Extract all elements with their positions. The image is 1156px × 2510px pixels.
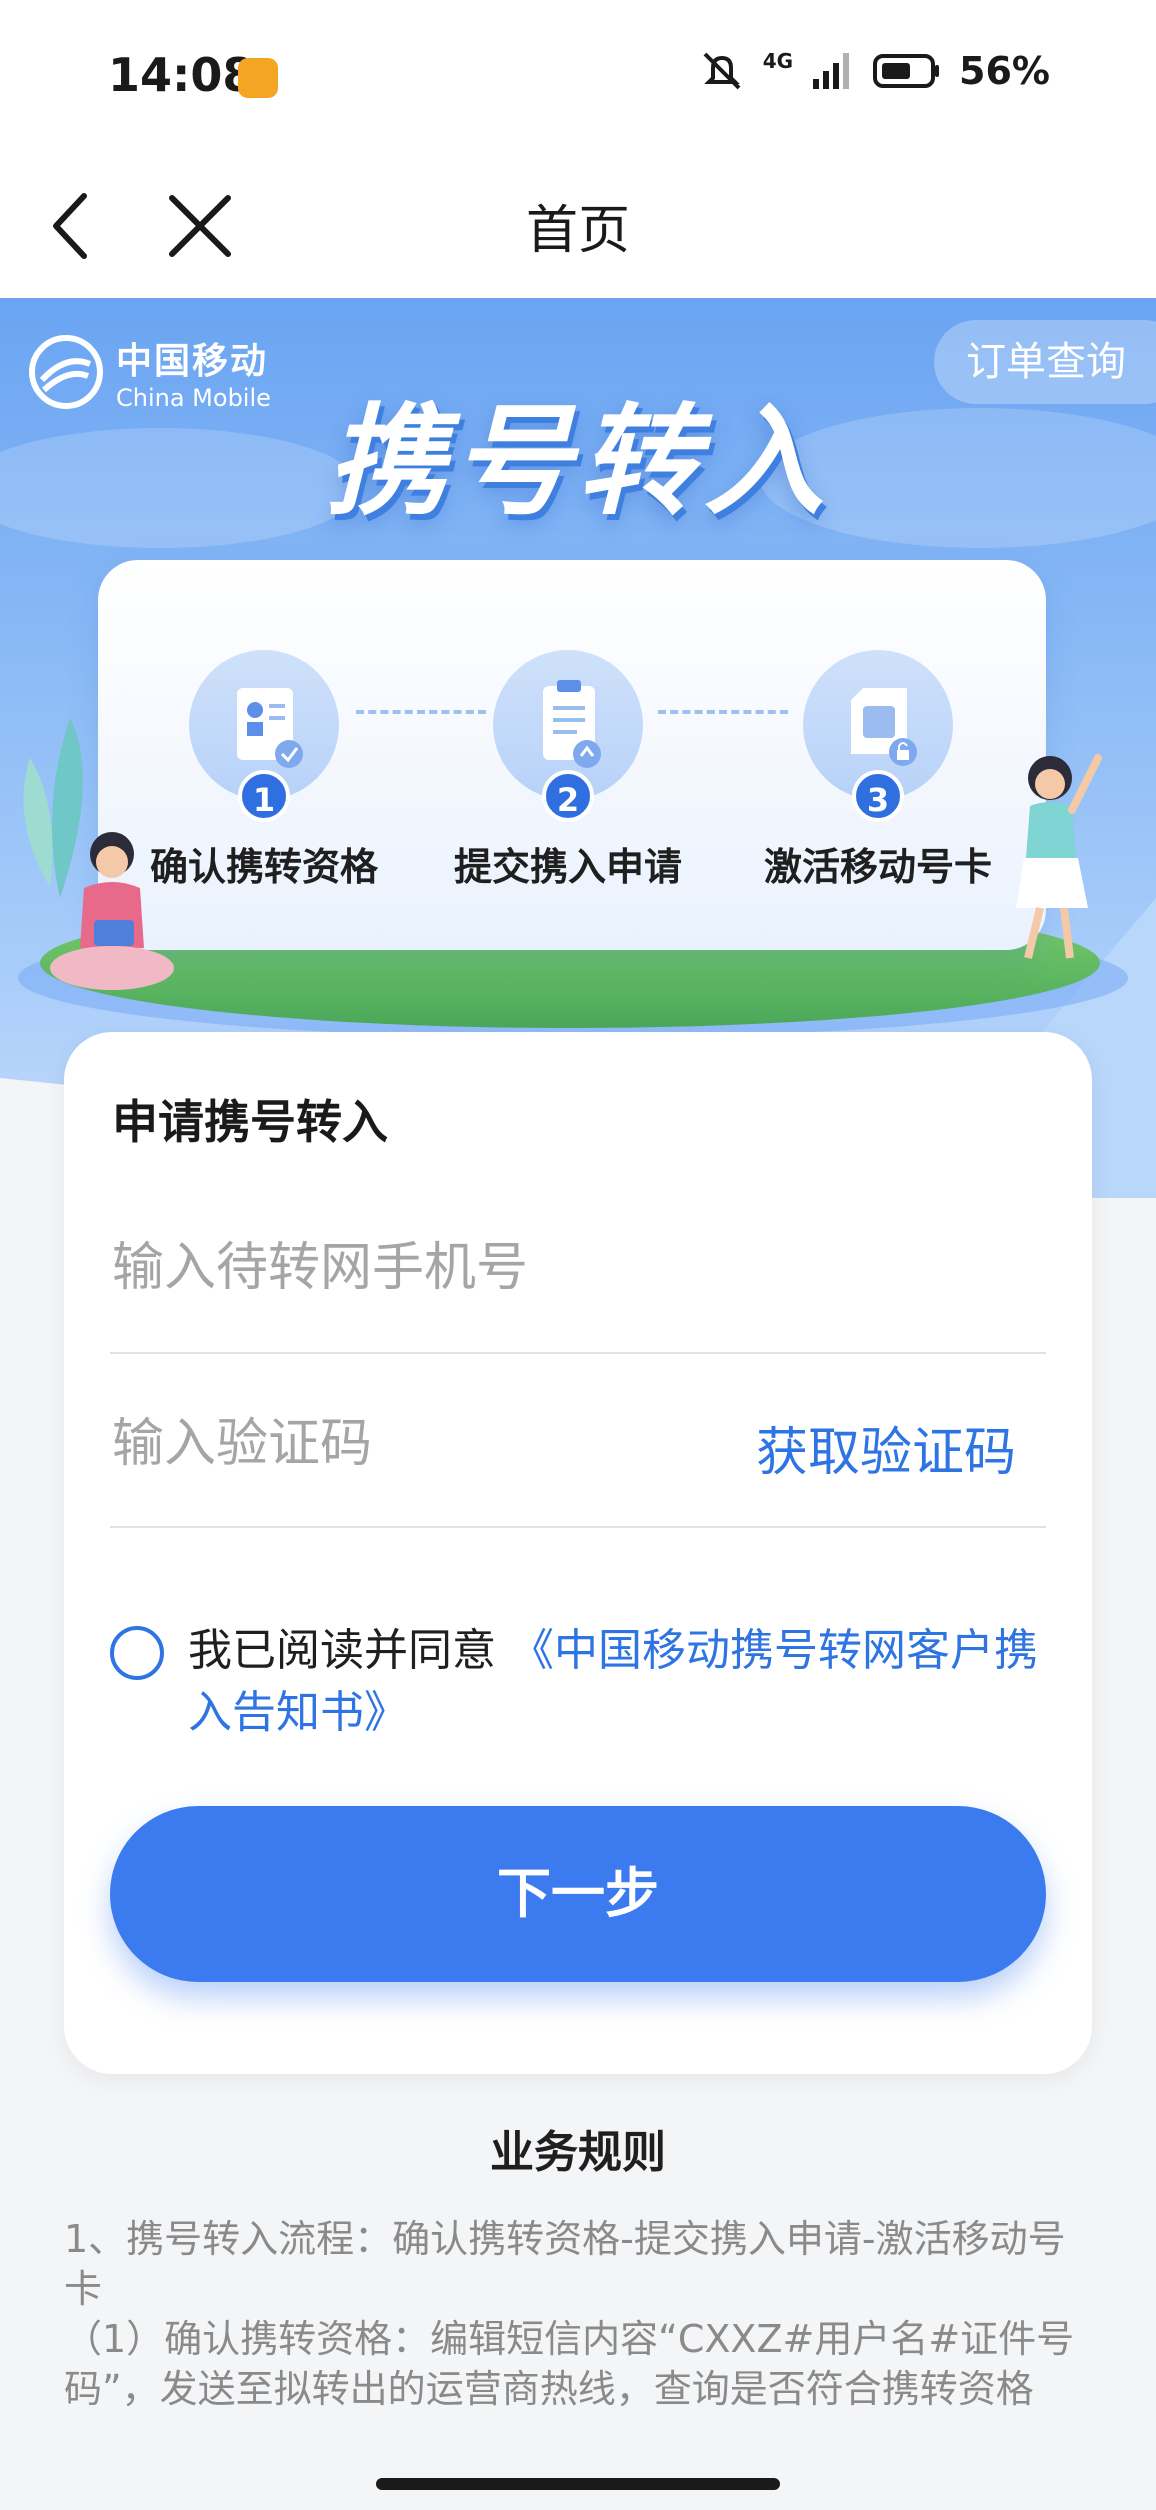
hero-title: 携号转入 <box>326 393 830 532</box>
signal-icon <box>813 53 850 89</box>
battery-icon <box>873 54 940 88</box>
phone-number-input[interactable] <box>112 1212 1044 1324</box>
network-type: 4G <box>762 49 794 73</box>
status-bar: 14:08 4G 56% <box>0 0 1156 150</box>
agreement-text: 我已阅读并同意 《中国移动携号转网客户携入告知书》 <box>188 1620 1058 1744</box>
next-step-button[interactable]: 下一步 <box>110 1806 1046 1982</box>
step-number: 3 <box>852 770 904 822</box>
steps-card: 1 确认携转资格 2 提交携入申请 3 激活移动号卡 <box>98 560 1046 950</box>
battery-percentage: 56% <box>959 49 1050 93</box>
rules-title: 业务规则 <box>490 2127 666 2178</box>
divider <box>110 1526 1046 1528</box>
divider <box>110 1352 1046 1354</box>
rules-text: 1、携号转入流程：确认携转资格-提交携入申请-激活移动号卡 （1）确认携转资格：… <box>64 2214 1094 2414</box>
mute-icon <box>703 52 741 90</box>
navigation-bar: 首页 <box>0 150 1156 298</box>
sim-card-icon: 3 <box>803 650 953 822</box>
app-notification-icon <box>238 58 278 98</box>
rules-line: 1、携号转入流程：确认携转资格-提交携入申请-激活移动号卡 <box>64 2217 1066 2311</box>
rules-line: （1）确认携转资格：编辑短信内容“CXXZ#用户名#证件号码”，发送至拟转出的运… <box>64 2317 1075 2411</box>
status-time: 14:08 <box>108 48 255 102</box>
agreement-checkbox[interactable] <box>110 1626 164 1680</box>
id-card-icon: 1 <box>189 650 339 822</box>
page-title: 首页 <box>525 201 630 261</box>
get-code-button[interactable]: 获取验证码 <box>756 1410 1016 1485</box>
form-title: 申请携号转入 <box>112 1095 388 1149</box>
application-form-card: 申请携号转入 获取验证码 我已阅读并同意 《中国移动携号转网客户携入告知书》 下… <box>64 1032 1092 2074</box>
plant-decoration <box>23 718 83 898</box>
step-2: 2 提交携入申请 <box>418 650 718 891</box>
clipboard-upload-icon: 2 <box>493 650 643 822</box>
status-indicators: 4G 56% <box>699 48 1050 94</box>
step-label: 提交携入申请 <box>453 845 682 889</box>
verification-code-input[interactable] <box>112 1388 672 1500</box>
step-number: 1 <box>238 770 290 822</box>
agreement-prefix: 我已阅读并同意 <box>188 1625 510 1676</box>
step-number: 2 <box>542 770 594 822</box>
woman-waving-illustration <box>1016 754 1102 959</box>
home-indicator[interactable] <box>376 2478 780 2490</box>
